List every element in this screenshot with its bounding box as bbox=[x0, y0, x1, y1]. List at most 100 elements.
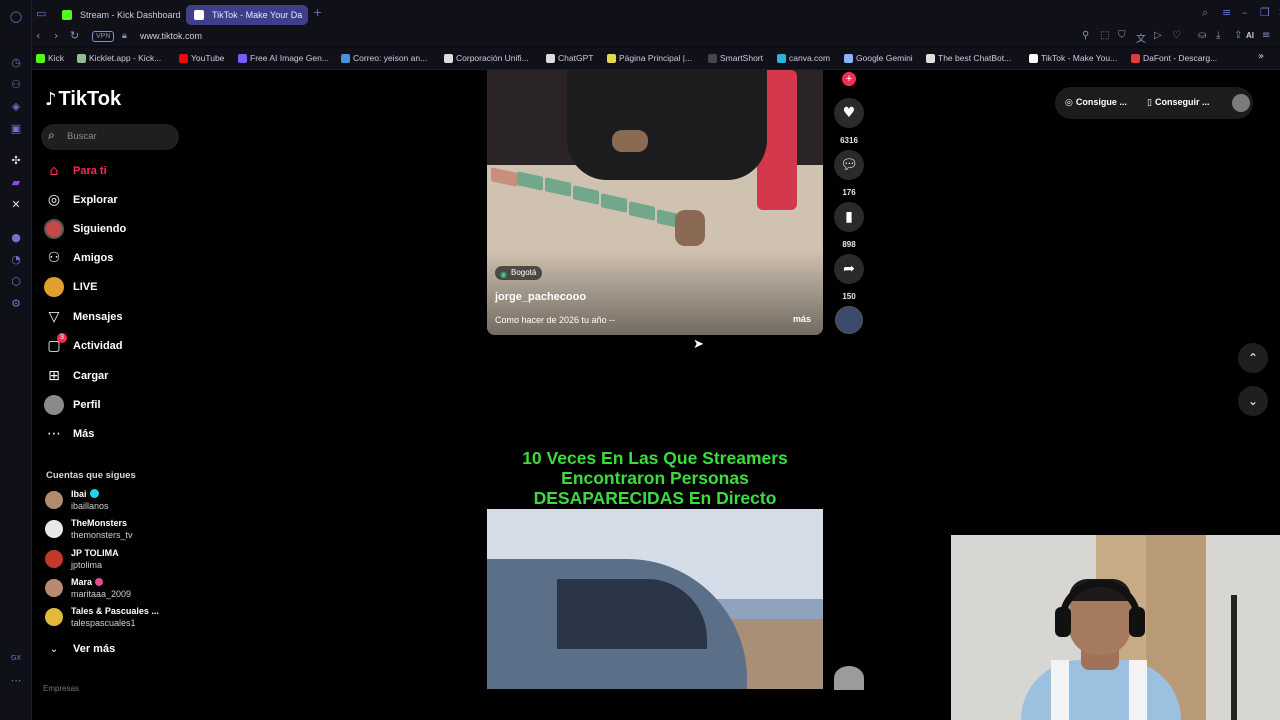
nav-mas[interactable]: ⋯ Más bbox=[44, 424, 194, 446]
nav-cargar[interactable]: ⊞ Cargar bbox=[44, 366, 194, 388]
tab-kick-dashboard[interactable]: Stream - Kick Dashboard bbox=[54, 5, 186, 25]
reload-icon[interactable]: ↻ bbox=[70, 29, 79, 42]
search-input[interactable]: ⌕ Buscar bbox=[41, 124, 179, 150]
minimize-icon[interactable]: – bbox=[1242, 6, 1248, 19]
following-account[interactable]: Mara maritaaa_2009 bbox=[45, 577, 195, 605]
bookmark-item[interactable]: TikTok - Make You... bbox=[1029, 53, 1117, 63]
back-icon[interactable]: ‹ bbox=[36, 29, 40, 42]
opera-logo-icon[interactable]: ◯ bbox=[8, 8, 24, 24]
get-app-button[interactable]: ▯ Conseguir ... bbox=[1147, 97, 1209, 108]
player-icon[interactable]: ▷ bbox=[1154, 30, 1162, 41]
following-account[interactable]: Ibai ibaillanos bbox=[45, 489, 195, 517]
nav-actividad[interactable]: ▢ 3 Actividad bbox=[44, 333, 194, 358]
restore-icon[interactable]: ❐ bbox=[1260, 6, 1270, 19]
history-icon[interactable]: ◔ bbox=[8, 251, 24, 267]
settings-icon[interactable]: ⚙ bbox=[8, 295, 24, 311]
video-username[interactable]: jorge_pachecooo bbox=[495, 291, 586, 303]
tab-menu-icon[interactable]: ≡ bbox=[1222, 6, 1231, 19]
search-tabs-icon[interactable]: ⌕ bbox=[1202, 6, 1208, 20]
bookmark-item[interactable]: DaFont - Descarg... bbox=[1131, 53, 1217, 63]
previous-video-button[interactable]: ⌃ bbox=[1238, 343, 1268, 373]
follow-plus-icon[interactable]: + bbox=[842, 72, 856, 86]
account-handle: ibaillanos bbox=[71, 501, 109, 511]
ver-mas-button[interactable]: ⌄ Ver más bbox=[44, 639, 194, 661]
video-player[interactable] bbox=[487, 509, 823, 689]
footer-link[interactable]: Empresas bbox=[43, 684, 79, 693]
nav-perfil[interactable]: Perfil bbox=[44, 395, 194, 417]
nav-mensajes[interactable]: ▽ Mensajes bbox=[44, 307, 194, 329]
bookmark-item[interactable]: Free AI Image Gen... bbox=[238, 53, 329, 63]
vpn-badge[interactable]: VPN bbox=[92, 31, 115, 42]
twitch-icon[interactable]: ▰ bbox=[8, 174, 24, 190]
sidebar-app-icon[interactable]: ▣ bbox=[8, 120, 24, 136]
bookmark-item[interactable]: The best ChatBot... bbox=[926, 53, 1011, 63]
chatgpt-icon[interactable]: ✣ bbox=[8, 152, 24, 168]
like-button[interactable]: ♥ 6316 bbox=[833, 98, 865, 145]
upload-plus-icon: ⊞ bbox=[48, 368, 60, 384]
sidebar-app-icon[interactable]: ⚇ bbox=[8, 76, 24, 92]
nav-siguiendo[interactable]: Siguiendo bbox=[44, 219, 194, 241]
address-bar: ‹ › ↻ VPN 🔒︎ www.tiktok.com ⚲ ⬚ ⛉ 文 ▷ ♡ … bbox=[32, 28, 1280, 46]
next-video-button[interactable]: ⌄ bbox=[1238, 386, 1268, 416]
sidebar-app-icon[interactable]: ● bbox=[8, 229, 24, 245]
menu-icon[interactable]: ≡ bbox=[1262, 30, 1270, 41]
bookmark-item[interactable]: Corporación Unifi... bbox=[444, 53, 529, 63]
sidebar-app-icon[interactable]: ◷ bbox=[8, 54, 24, 70]
following-account[interactable]: Tales & Pascuales ... talespascuales1 bbox=[45, 606, 195, 634]
caption-more-button[interactable]: más bbox=[793, 314, 811, 324]
shield-icon[interactable]: ⛉ bbox=[1118, 30, 1126, 41]
workspaces-icon[interactable]: ▭ bbox=[36, 7, 46, 20]
more-icon[interactable]: ⋯ bbox=[8, 672, 24, 688]
new-tab-icon[interactable]: + bbox=[313, 6, 322, 19]
tab-tiktok[interactable]: TikTok - Make Your Da bbox=[186, 5, 308, 25]
get-coins-button[interactable]: ◎ Consigue ... bbox=[1065, 97, 1127, 108]
webcam-frame bbox=[1231, 595, 1237, 720]
avatar bbox=[45, 579, 63, 597]
forward-icon[interactable]: › bbox=[54, 29, 58, 42]
url-field[interactable]: www.tiktok.com bbox=[140, 31, 202, 41]
nav-amigos[interactable]: ⚇ Amigos bbox=[44, 248, 194, 270]
creator-avatar[interactable] bbox=[835, 306, 863, 334]
bookmark-favicon-icon bbox=[179, 54, 188, 63]
share-icon[interactable]: ⇪ bbox=[1234, 30, 1242, 41]
nav-explorar[interactable]: ◎ Explorar bbox=[44, 190, 194, 212]
lock-icon[interactable]: 🔒︎ bbox=[122, 31, 127, 41]
bookmark-item[interactable]: canva.com bbox=[777, 53, 830, 63]
user-avatar[interactable] bbox=[1232, 94, 1250, 112]
share-button[interactable]: ➦ 150 bbox=[833, 254, 865, 301]
heart-icon[interactable]: ♡ bbox=[1172, 30, 1181, 41]
bookmark-item[interactable]: Correo: yeison an... bbox=[341, 53, 427, 63]
wallet-icon[interactable]: ⛀ bbox=[1198, 30, 1206, 41]
webcam-frame bbox=[1129, 607, 1145, 637]
bookmark-item[interactable]: YouTube bbox=[179, 53, 224, 63]
home-icon: ⌂ bbox=[49, 163, 59, 179]
bookmark-item[interactable]: Kick bbox=[36, 53, 64, 63]
sidebar-app-icon[interactable]: ◈ bbox=[8, 98, 24, 114]
bookmark-icon: ▮ bbox=[834, 202, 864, 232]
pin-icon[interactable]: ⚲ bbox=[1082, 30, 1089, 41]
video-player[interactable]: ◉ Bogotá jorge_pachecooo Como hacer de 20… bbox=[487, 70, 823, 335]
snapshot-icon[interactable]: ⬚ bbox=[1100, 30, 1109, 41]
download-icon[interactable]: ⤓ bbox=[1216, 30, 1220, 41]
bookmarks-overflow-icon[interactable]: » bbox=[1258, 51, 1264, 62]
bookmark-item[interactable]: SmartShort bbox=[708, 53, 763, 63]
bookmark-item[interactable]: Página Principal |... bbox=[607, 53, 692, 63]
nav-para-ti[interactable]: ⌂ Para ti bbox=[44, 161, 194, 183]
tiktok-logo[interactable]: ♪ TikTok bbox=[45, 88, 121, 111]
account-handle: talespascuales1 bbox=[71, 618, 136, 628]
bookmark-item[interactable]: Google Gemini bbox=[844, 53, 913, 63]
bookmark-item[interactable]: ChatGPT bbox=[546, 53, 593, 63]
following-account[interactable]: TheMonsters themonsters_tv bbox=[45, 518, 195, 546]
opera-sidebar: ◯ ◷ ⚇ ◈ ▣ ✣ ▰ ✕ ● ◔ ⬡ ⚙ GX ⋯ bbox=[0, 0, 32, 720]
sidebar-app-icon[interactable]: ⬡ bbox=[8, 273, 24, 289]
translate-icon[interactable]: 文 bbox=[1136, 30, 1146, 45]
comment-button[interactable]: 💬︎ 176 bbox=[833, 150, 865, 197]
x-icon[interactable]: ✕ bbox=[8, 196, 24, 212]
location-tag[interactable]: ◉ Bogotá bbox=[495, 266, 543, 280]
nav-live[interactable]: LIVE bbox=[44, 277, 194, 299]
gx-icon[interactable]: GX bbox=[8, 650, 24, 666]
bookmark-item[interactable]: Kicklet.app - Kick... bbox=[77, 53, 161, 63]
following-account[interactable]: JP TOLIMA jptolima bbox=[45, 548, 195, 576]
aria-ai-button[interactable]: AI bbox=[1246, 31, 1254, 40]
save-button[interactable]: ▮ 898 bbox=[833, 202, 865, 249]
